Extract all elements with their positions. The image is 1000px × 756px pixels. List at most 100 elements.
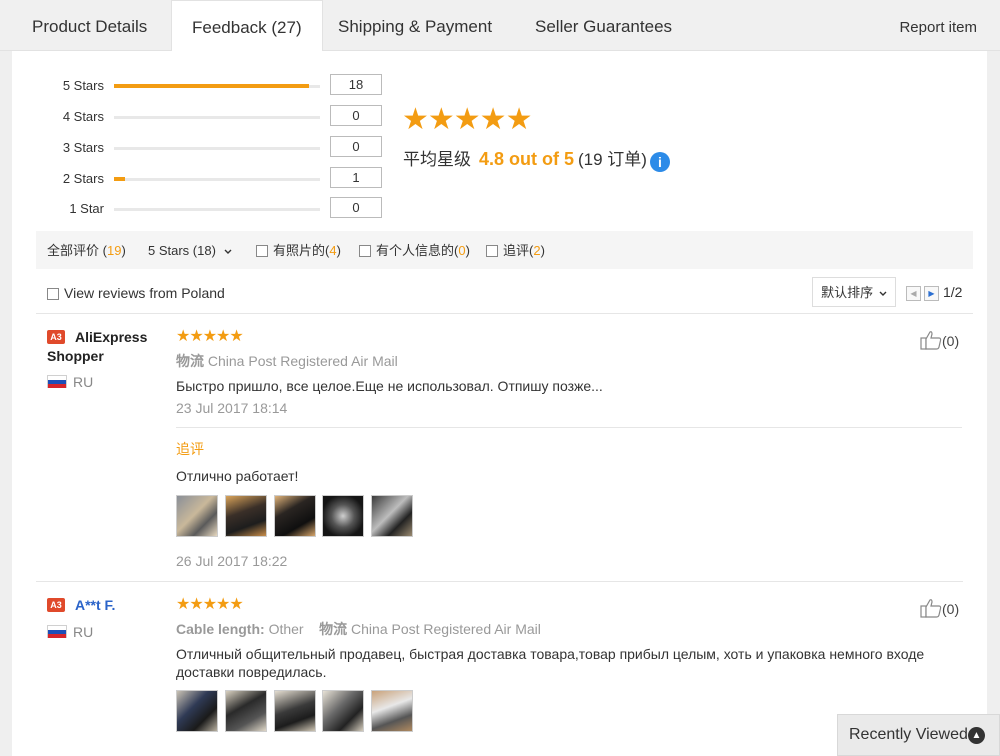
- info-icon[interactable]: i: [649, 152, 670, 172]
- helpful-count: (0): [942, 601, 960, 617]
- checkbox[interactable]: [47, 288, 59, 300]
- review-options: Cable length: Other 物流 China Post Regist…: [176, 619, 541, 639]
- review-text: Отличный общительный продавец, быстрая д…: [176, 646, 925, 680]
- filter-personal-info-label: 有个人信息的: [376, 243, 455, 258]
- option-value: Other: [268, 621, 304, 637]
- rating-bar-track: [114, 147, 320, 150]
- helpful-button[interactable]: (0): [920, 598, 959, 618]
- russia-flag-icon: [47, 625, 67, 638]
- review-photo-thumbnail[interactable]: [322, 495, 364, 537]
- tab-bar: Product Details Feedback (27) Shipping &…: [0, 0, 1000, 52]
- poland-label: View reviews from Poland: [64, 285, 225, 301]
- rating-bar-track: [114, 84, 320, 88]
- chevron-down-icon: [879, 278, 887, 307]
- recently-viewed-button[interactable]: Recently Viewed ▲: [837, 714, 1000, 756]
- rating-label: 5 Stars: [62, 78, 104, 93]
- review-logistics: 物流 China Post Registered Air Mail: [176, 351, 398, 371]
- divider: [36, 313, 973, 314]
- chevron-down-icon: [224, 231, 232, 271]
- filter-personal-info[interactable]: 有个人信息的(0): [359, 231, 470, 271]
- average-rating: 平均星级 4.8 out of 5 (19 订单) i: [403, 145, 670, 172]
- reviewer-country: RU: [73, 374, 94, 390]
- reviewer-country: RU: [73, 624, 94, 640]
- report-item-link[interactable]: Report item: [899, 0, 977, 56]
- stars-filter-label: 5 Stars (18): [148, 243, 216, 258]
- divider: [36, 581, 963, 582]
- logistics-label: 物流: [176, 353, 204, 369]
- rating-label: 2 Stars: [62, 171, 104, 186]
- helpful-count: (0): [942, 333, 960, 349]
- rating-label: 3 Stars: [62, 140, 104, 155]
- rating-bar-fill: [114, 177, 125, 181]
- review-photo-thumbnail[interactable]: [371, 690, 413, 732]
- tab-shipping-payment[interactable]: Shipping & Payment: [338, 0, 492, 51]
- rating-count: 0: [330, 197, 382, 218]
- review-photo-thumbnail[interactable]: [274, 690, 316, 732]
- review-photo-thumbnail[interactable]: [176, 690, 218, 732]
- filter-with-photos-count: 4: [329, 243, 337, 258]
- rating-count: 18: [330, 74, 382, 95]
- review-photo-thumbnail[interactable]: [371, 495, 413, 537]
- filter-with-photos[interactable]: 有照片的(4): [256, 231, 341, 271]
- poland-reviews-filter[interactable]: View reviews from Poland: [47, 284, 225, 302]
- helpful-button[interactable]: (0): [920, 330, 959, 350]
- review-photo-thumbnail[interactable]: [176, 495, 218, 537]
- filter-with-photos-label: 有照片的: [273, 243, 326, 258]
- checkbox[interactable]: [256, 245, 268, 257]
- option-label: Cable length:: [176, 621, 265, 637]
- average-score: 4.8 out of 5: [479, 149, 575, 169]
- thumbs-up-icon: [920, 598, 942, 618]
- review-date: 23 Jul 2017 18:14: [176, 400, 288, 416]
- buyer-level-badge: A3: [47, 598, 65, 612]
- tab-product-details[interactable]: Product Details: [32, 0, 147, 51]
- filter-all[interactable]: 全部评价 (19): [47, 231, 126, 271]
- filter-personal-info-count: 0: [458, 243, 466, 258]
- tab-seller-guarantees[interactable]: Seller Guarantees: [535, 0, 672, 51]
- followup-text: Отлично работает!: [176, 468, 299, 484]
- reviewer-name[interactable]: A**t F.: [75, 596, 115, 615]
- filter-all-count: 19: [106, 243, 122, 258]
- rating-count: 1: [330, 167, 382, 188]
- filter-followup[interactable]: 追评(2): [486, 231, 545, 271]
- rating-bar-fill: [114, 84, 310, 88]
- stars-filter-select[interactable]: 5 Stars (18): [148, 231, 232, 271]
- average-label: 平均星级: [403, 150, 471, 169]
- rating-bar-track: [114, 116, 320, 119]
- checkbox[interactable]: [359, 245, 371, 257]
- sort-label: 默认排序: [821, 285, 874, 300]
- filter-bar: 全部评价 (19) 5 Stars (18) 有照片的(4) 有个人信息的(0)…: [36, 231, 973, 269]
- rating-bar-track: [114, 177, 320, 181]
- review-photo-thumbnail[interactable]: [225, 690, 267, 732]
- logistics-value: China Post Registered Air Mail: [351, 621, 541, 637]
- review-photo-thumbnail[interactable]: [225, 495, 267, 537]
- review-text: Быстро пришло, все целое.Еще не использо…: [176, 378, 603, 394]
- rating-label: 1 Star: [69, 201, 104, 216]
- filter-all-label: 全部评价: [47, 243, 100, 258]
- sort-select[interactable]: 默认排序: [812, 277, 896, 307]
- review-stars: ★★★★★: [176, 328, 244, 345]
- prev-page-button[interactable]: ◀: [906, 286, 921, 301]
- checkbox[interactable]: [486, 245, 498, 257]
- review-photo-thumbnail[interactable]: [274, 495, 316, 537]
- recently-viewed-label: Recently Viewed: [849, 726, 968, 743]
- rating-label: 4 Stars: [62, 109, 104, 124]
- filter-followup-label: 追评: [503, 243, 530, 258]
- next-page-button[interactable]: ▶: [924, 286, 939, 301]
- logistics-value: China Post Registered Air Mail: [207, 353, 398, 369]
- rating-count: 0: [330, 105, 382, 126]
- review-stars: ★★★★★: [176, 596, 244, 613]
- reviewer-name: AliExpress Shopper: [47, 329, 148, 364]
- review-photo-thumbnail[interactable]: [322, 690, 364, 732]
- rating-count: 0: [330, 136, 382, 157]
- feedback-panel: 5 Stars 18 4 Stars 0 3 Stars 0 2 Stars 1…: [12, 51, 987, 756]
- russia-flag-icon: [47, 375, 67, 388]
- page-indicator: 1/2: [943, 284, 963, 300]
- average-orders: (19 订单): [578, 150, 647, 169]
- filter-followup-count: 2: [533, 243, 541, 258]
- divider: [176, 427, 962, 428]
- logistics-label: 物流: [319, 621, 348, 637]
- average-star-icons: ★★★★★: [402, 103, 532, 136]
- chevron-up-icon: ▲: [968, 727, 985, 744]
- followup-date: 26 Jul 2017 18:22: [176, 553, 288, 569]
- tab-feedback[interactable]: Feedback (27): [171, 0, 323, 52]
